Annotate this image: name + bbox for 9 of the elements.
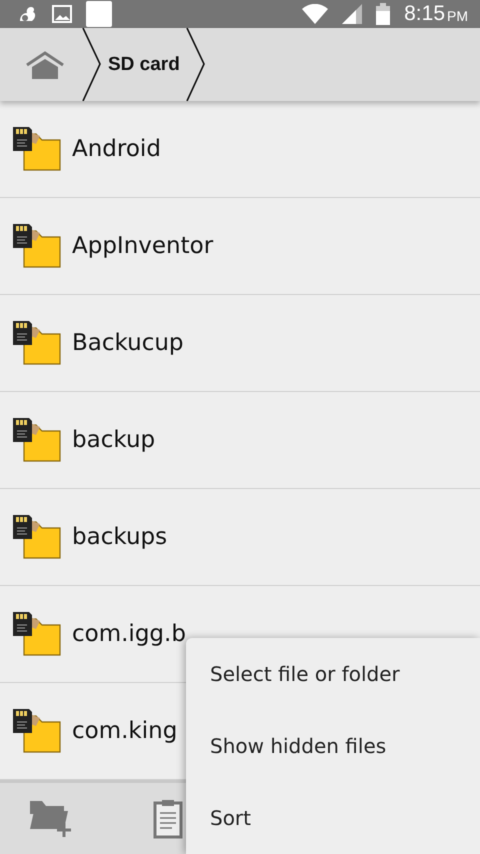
clock-period: PM bbox=[447, 8, 468, 24]
folder-name: backup bbox=[72, 427, 156, 453]
folder-name: com.igg.b bbox=[72, 621, 186, 647]
clock-time: 8:15 bbox=[404, 2, 445, 26]
folder-name: com.king bbox=[72, 718, 178, 744]
folder-name: AppInventor bbox=[72, 233, 214, 259]
folder-name: Android bbox=[72, 136, 161, 162]
folder-name: Backucup bbox=[72, 330, 184, 356]
folder-name: backups bbox=[72, 524, 168, 550]
